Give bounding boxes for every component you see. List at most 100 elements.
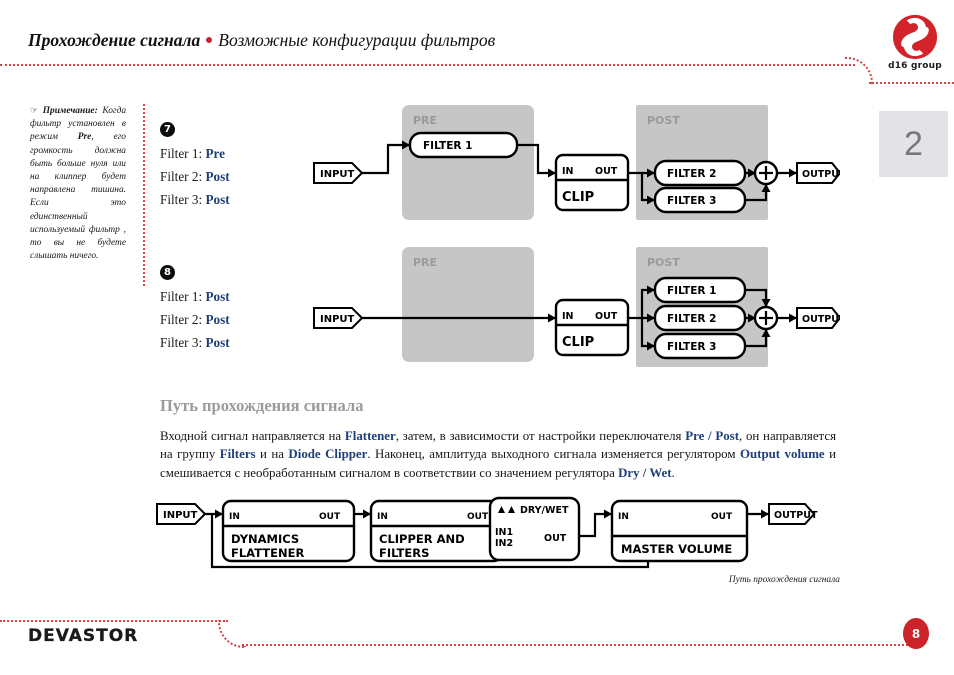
config-row: Filter 2: Post xyxy=(160,169,295,185)
filter-routing-diagram-7: PRE POST INPUT FILTER 1 IN OUT CLIP FILT… xyxy=(313,105,840,220)
page-title-bold: Прохождение сигнала xyxy=(28,30,201,50)
red-dot-icon xyxy=(206,37,213,44)
para-t7: . xyxy=(671,465,675,480)
para-k2: Pre / Post xyxy=(685,429,739,443)
sum-node xyxy=(753,305,779,331)
filter-node-filter1: FILTER 1 xyxy=(653,276,747,304)
d16-group-logo: d16 group xyxy=(884,14,946,71)
filter-node-label: FILTER 2 xyxy=(667,168,716,180)
side-note-label: Примечание: xyxy=(42,106,98,116)
block-dry-wet: DRY/WET IN1 IN2 OUT xyxy=(488,496,581,562)
config-row: Filter 2: Post xyxy=(160,312,295,328)
block-dynamics-flattener: IN OUT DYNAMICS FLATTENER xyxy=(221,499,356,563)
filter-value: Post xyxy=(205,192,230,207)
block-in1-label: IN1 xyxy=(495,527,513,538)
page-number-badge: 8 xyxy=(903,618,929,649)
filter-routing-diagram-8: PRE POST INPUT IN OUT CLIP FILTER 1 FILT… xyxy=(313,247,840,367)
config-row: Filter 1: Pre xyxy=(160,146,295,162)
output-label: OUTPUT xyxy=(774,510,818,521)
block-out-label: OUT xyxy=(319,512,341,522)
para-t2: , затем, в зависимости от настройки пере… xyxy=(395,429,686,443)
section-heading: Путь прохождения сигнала xyxy=(160,396,364,415)
side-note-part2: , его громкость должна быть больше нуля … xyxy=(30,132,126,262)
side-note-divider xyxy=(143,104,145,286)
pre-group-label: PRE xyxy=(413,256,437,269)
filter-node-filter1: FILTER 1 xyxy=(408,131,519,159)
page-title-rest: Возможные конфигурации фильтров xyxy=(218,30,496,50)
block-title-label: DRY/WET xyxy=(520,505,569,516)
para-k1: Flattener xyxy=(344,429,396,443)
block-in-label: IN xyxy=(377,512,388,522)
para-k5: Output volume xyxy=(739,447,825,462)
post-group-label: POST xyxy=(647,114,680,127)
filter-node-filter2: FILTER 2 xyxy=(653,159,747,187)
filter-value: Post xyxy=(205,169,230,184)
block-out-label: OUT xyxy=(467,512,489,522)
input-label: INPUT xyxy=(320,169,355,180)
input-label: INPUT xyxy=(163,510,198,521)
filter-node-filter3: FILTER 3 xyxy=(653,186,747,214)
config-bullet: 7 xyxy=(160,122,175,137)
para-t4: и на xyxy=(255,447,289,462)
block-name-line2: FLATTENER xyxy=(231,546,304,560)
header-divider-curve xyxy=(845,57,873,85)
product-logo-devastor: DEVASTOR xyxy=(28,626,139,646)
filter-label: Filter 1: xyxy=(160,289,203,304)
input-port: INPUT xyxy=(156,503,207,525)
filter-value: Post xyxy=(205,289,230,304)
output-port: OUTPUT xyxy=(796,307,840,329)
sum-node xyxy=(753,160,779,186)
block-master-volume: IN OUT MASTER VOLUME xyxy=(610,499,749,563)
input-label: INPUT xyxy=(320,314,355,325)
filter-label: Filter 3: xyxy=(160,192,203,207)
para-k6: Dry / Wet xyxy=(618,465,672,480)
post-group-label: POST xyxy=(647,256,680,269)
input-port: INPUT xyxy=(313,162,364,184)
block-name-line1: CLIPPER AND xyxy=(379,532,465,546)
filter-node-label: FILTER 1 xyxy=(667,285,716,297)
filter-label: Filter 2: xyxy=(160,312,203,327)
side-note-emphasis: Pre xyxy=(77,132,92,143)
hand-pointer-icon: ☞ xyxy=(30,105,39,115)
input-port: INPUT xyxy=(313,307,364,329)
config-row: Filter 3: Post xyxy=(160,335,295,351)
block-out-label: OUT xyxy=(544,533,567,544)
config-row: Filter 1: Post xyxy=(160,289,295,305)
header-divider-tail xyxy=(869,82,954,84)
filter-node-label: FILTER 3 xyxy=(667,195,716,207)
block-name-line1: DYNAMICS xyxy=(231,532,299,546)
clip-name-label: CLIP xyxy=(562,335,594,350)
filter-value: Pre xyxy=(205,146,225,161)
filter-label: Filter 3: xyxy=(160,335,203,350)
output-label: OUTPUT xyxy=(802,169,840,180)
side-note: ☞ Примечание: Когда фильтр установлен в … xyxy=(30,104,126,263)
config-block-8: 8 Filter 1: Post Filter 2: Post Filter 3… xyxy=(160,265,295,358)
header-divider xyxy=(0,64,855,66)
diagram-caption: Путь прохождения сигнала xyxy=(728,575,840,585)
filter-label: Filter 1: xyxy=(160,146,203,161)
clip-out-label: OUT xyxy=(595,166,618,177)
pre-group-label: PRE xyxy=(413,114,437,127)
section-paragraph: Входной сигнал направляется на Flattener… xyxy=(160,427,836,482)
clip-block: IN OUT CLIP xyxy=(554,298,630,357)
filter-node-filter2: FILTER 2 xyxy=(653,304,747,332)
filter-node-label: FILTER 3 xyxy=(667,341,716,353)
para-t5: . Наконец, амплитуда выходного сигнала и… xyxy=(367,447,740,462)
block-in2-label: IN2 xyxy=(495,538,513,549)
page-title: Прохождение сигнала Возможные конфигураци… xyxy=(28,30,728,51)
block-in-label: IN xyxy=(229,512,240,522)
block-name-line2: FILTERS xyxy=(379,546,429,560)
para-k4: Diode Clipper xyxy=(288,447,368,462)
clip-name-label: CLIP xyxy=(562,190,594,205)
d16-logo-mark-icon xyxy=(892,14,938,60)
clip-block: IN OUT CLIP xyxy=(554,153,630,212)
chapter-number-badge: 2 xyxy=(879,111,948,177)
output-port: OUTPUT xyxy=(768,503,818,525)
filter-label: Filter 2: xyxy=(160,169,203,184)
block-clipper-and-filters: IN OUT CLIPPER AND FILTERS xyxy=(369,499,504,563)
clip-in-label: IN xyxy=(562,311,574,322)
clip-out-label: OUT xyxy=(595,311,618,322)
block-name-line1: MASTER VOLUME xyxy=(621,542,732,556)
filter-node-label: FILTER 2 xyxy=(667,313,716,325)
d16-logo-text: d16 group xyxy=(888,61,942,71)
